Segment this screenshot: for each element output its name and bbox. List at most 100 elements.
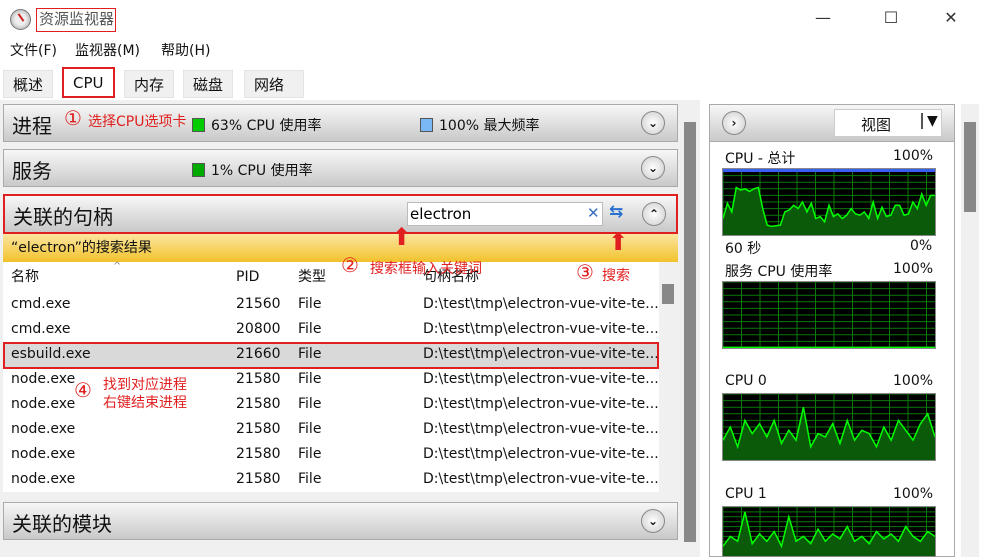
cell-name: node.exe bbox=[11, 446, 76, 462]
cell-pid: 21580 bbox=[236, 446, 281, 462]
table-scrollbar[interactable] bbox=[659, 262, 677, 492]
close-button[interactable]: ✕ bbox=[928, 8, 974, 32]
cell-handle-name: D:\test\tmp\electron-vue-vite-te... bbox=[423, 396, 659, 412]
resource-monitor-logo bbox=[10, 9, 31, 30]
menu-monitor[interactable]: 监视器(M) bbox=[75, 40, 140, 62]
cell-name: cmd.exe bbox=[11, 296, 71, 312]
column-name[interactable]: 名称 bbox=[11, 262, 39, 292]
table-header: 名称 ^ PID 类型 句柄名称 bbox=[3, 261, 659, 292]
cell-name: node.exe bbox=[11, 471, 76, 487]
table-row[interactable]: node.exe 21580 File D:\test\tmp\electron-vu… bbox=[3, 467, 659, 492]
annotation-arrow-icon: ⬆ bbox=[608, 228, 629, 256]
column-pid[interactable]: PID bbox=[236, 262, 259, 292]
handle-search-input[interactable] bbox=[410, 204, 580, 224]
annotation-step-1-number: ① bbox=[64, 106, 82, 130]
chevron-right-icon[interactable]: › bbox=[722, 111, 746, 135]
collapse-chevron-up-icon[interactable]: ⌃ bbox=[642, 202, 666, 226]
tab-overview[interactable]: 概述 bbox=[3, 70, 54, 98]
services-title: 服务 bbox=[12, 159, 52, 183]
view-dropdown[interactable]: 视图 ▼ bbox=[834, 109, 942, 137]
graph-time-label: 60 秒 bbox=[725, 241, 762, 257]
graph-max-label: 100% bbox=[893, 261, 934, 277]
frequency-icon bbox=[420, 118, 433, 132]
cell-type: File bbox=[298, 446, 322, 462]
cell-handle-name: D:\test\tmp\electron-vue-vite-te... bbox=[423, 421, 659, 437]
table-row[interactable]: node.exe 21580 File D:\test\tmp\electron-vu… bbox=[3, 417, 659, 442]
cell-pid: 21580 bbox=[236, 421, 281, 437]
minimize-button[interactable]: — bbox=[800, 8, 846, 32]
graph-max-label: 100% bbox=[893, 373, 934, 389]
cell-handle-name: D:\test\tmp\electron-vue-vite-te... bbox=[423, 446, 659, 462]
left-pane-scrollbar[interactable] bbox=[682, 104, 698, 557]
expand-chevron-down-icon[interactable]: ⌄ bbox=[641, 509, 665, 533]
cpu-graph bbox=[722, 168, 936, 236]
cell-type: File bbox=[298, 296, 322, 312]
graph-title: CPU - 总计 bbox=[725, 151, 796, 167]
sort-ascending-icon: ^ bbox=[113, 261, 122, 272]
cell-name: node.exe bbox=[11, 421, 76, 437]
annotation-step-3: 搜索 bbox=[602, 268, 630, 284]
cell-type: File bbox=[298, 421, 322, 437]
window-title: 资源监视器 bbox=[36, 8, 116, 32]
cell-pid: 21580 bbox=[236, 471, 281, 487]
tab-cpu[interactable]: CPU bbox=[62, 67, 115, 98]
annotation-step-2: 搜索框输入关键词 bbox=[370, 261, 482, 277]
graphs-pane-header: › 视图 ▼ bbox=[709, 104, 955, 142]
handles-title: 关联的句柄 bbox=[13, 205, 113, 229]
cell-pid: 20800 bbox=[236, 321, 281, 337]
cpu-graph bbox=[722, 506, 936, 557]
graph-max-label: 100% bbox=[893, 148, 934, 164]
cell-type: File bbox=[298, 321, 322, 337]
table-row[interactable]: cmd.exe 20800 File D:\test\tmp\electron-vue… bbox=[3, 317, 659, 342]
table-row[interactable]: node.exe 21580 File D:\test\tmp\electron-vu… bbox=[3, 367, 659, 392]
services-cpu-usage: 1% CPU 使用率 bbox=[192, 160, 313, 180]
cpu-usage-icon bbox=[192, 118, 205, 132]
annotation-step-2-number: ② bbox=[341, 253, 359, 277]
menu-help[interactable]: 帮助(H) bbox=[161, 40, 210, 62]
handles-section-header[interactable]: 关联的句柄 ✕ ⇆ ⌃ bbox=[3, 194, 678, 234]
annotation-step-1: 选择CPU选项卡 bbox=[88, 114, 187, 130]
cell-handle-name: D:\test\tmp\electron-vue-vite-te... bbox=[423, 371, 659, 387]
graph-title: CPU 1 bbox=[725, 486, 767, 502]
modules-title: 关联的模块 bbox=[12, 512, 112, 536]
graph-area bbox=[723, 187, 935, 235]
clear-search-icon[interactable]: ✕ bbox=[587, 204, 600, 222]
graph-max-label: 100% bbox=[893, 486, 934, 502]
graph-title: 服务 CPU 使用率 bbox=[725, 264, 833, 280]
cell-type: File bbox=[298, 396, 322, 412]
expand-chevron-down-icon[interactable]: ⌄ bbox=[641, 156, 665, 180]
processes-cpu-usage: 63% CPU 使用率 bbox=[192, 115, 321, 135]
dropdown-arrow-icon: ▼ bbox=[921, 113, 938, 129]
maximize-button[interactable]: ☐ bbox=[868, 8, 914, 32]
annotation-step-4-line-2: 右键结束进程 bbox=[103, 395, 187, 411]
cpu-graph bbox=[722, 393, 936, 461]
cell-handle-name: D:\test\tmp\electron-vue-vite-te... bbox=[423, 296, 659, 312]
cell-pid: 21580 bbox=[236, 396, 281, 412]
right-pane-scrollbar[interactable] bbox=[961, 104, 979, 557]
graph-title: CPU 0 bbox=[725, 373, 767, 389]
tab-memory[interactable]: 内存 bbox=[124, 70, 175, 98]
search-refresh-icon[interactable]: ⇆ bbox=[609, 202, 623, 222]
annotation-step-4-line-1: 找到对应进程 bbox=[103, 377, 187, 393]
cell-pid: 21580 bbox=[236, 371, 281, 387]
cell-handle-name: D:\test\tmp\electron-vue-vite-te... bbox=[423, 471, 659, 487]
column-type[interactable]: 类型 bbox=[298, 262, 326, 292]
annotation-step-4-number: ④ bbox=[74, 378, 92, 402]
services-section-header[interactable]: 服务 1% CPU 使用率 ⌄ bbox=[3, 149, 678, 187]
menu-file[interactable]: 文件(F) bbox=[10, 40, 57, 62]
graph-area bbox=[723, 407, 935, 460]
cpu-graph bbox=[722, 281, 936, 349]
cell-type: File bbox=[298, 371, 322, 387]
modules-section-header[interactable]: 关联的模块 ⌄ bbox=[3, 502, 678, 540]
view-label: 视图 bbox=[861, 116, 892, 134]
tab-disk[interactable]: 磁盘 bbox=[183, 70, 234, 98]
expand-chevron-down-icon[interactable]: ⌄ bbox=[641, 111, 665, 135]
annotation-step-3-number: ③ bbox=[576, 260, 594, 284]
cell-pid: 21560 bbox=[236, 296, 281, 312]
table-row[interactable]: node.exe 21580 File D:\test\tmp\electron-vu… bbox=[3, 442, 659, 467]
cell-name: cmd.exe bbox=[11, 321, 71, 337]
tab-network[interactable]: 网络 bbox=[244, 70, 304, 98]
table-row[interactable]: cmd.exe 21560 File D:\test\tmp\electron-vue… bbox=[3, 292, 659, 317]
graph-min-label: 0% bbox=[910, 238, 933, 254]
table-row[interactable]: node.exe 21580 File D:\test\tmp\electron-vu… bbox=[3, 392, 659, 417]
